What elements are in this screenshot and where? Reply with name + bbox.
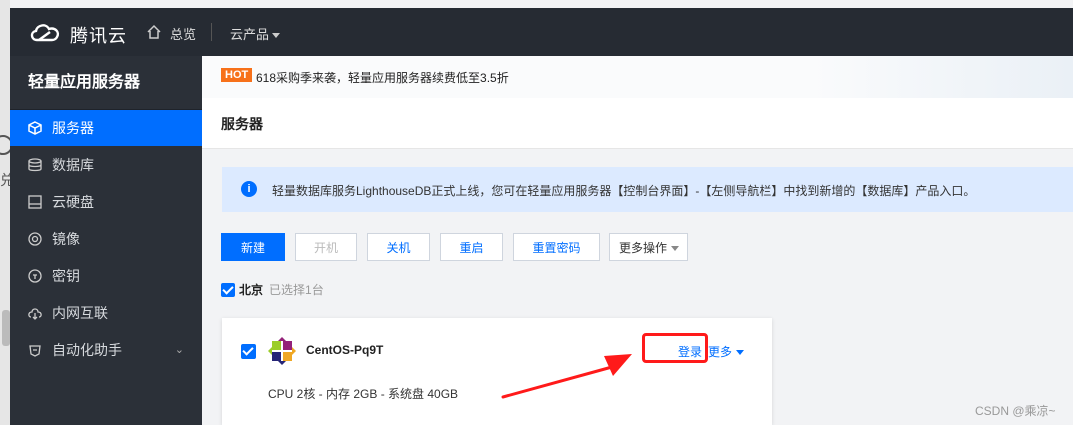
database-icon — [28, 158, 42, 172]
image-icon — [28, 232, 42, 246]
top-navbar: 腾讯云 总览 云产品 — [10, 8, 1073, 56]
csdn-watermark: CSDN @乘凉~ — [975, 404, 1056, 418]
sidebar-item-label: 数据库 — [52, 157, 94, 173]
promo-text[interactable]: 618采购季来袭，轻量应用服务器续费低至3.5折 — [256, 69, 509, 86]
more-operations-label: 更多操作 — [619, 241, 668, 255]
reset-password-button[interactable]: 重置密码 — [513, 233, 600, 261]
stop-button[interactable]: 关机 — [367, 233, 430, 261]
info-icon: i — [241, 181, 257, 197]
products-menu-label: 云产品 — [230, 27, 270, 42]
annotation-highlight-box — [642, 333, 708, 363]
sidebar-item-label: 自动化助手 — [52, 342, 122, 358]
brand-name[interactable]: 腾讯云 — [70, 22, 127, 48]
chevron-down-icon — [736, 350, 745, 356]
page-title: 服务器 — [221, 116, 263, 132]
sidebar-item-disk[interactable]: 云硬盘 — [10, 184, 202, 220]
left-window-edge: 兑 — [0, 0, 14, 425]
chevron-down-icon: ⌄ — [174, 344, 184, 356]
sidebar-item-label: 云硬盘 — [52, 194, 94, 210]
region-checkbox[interactable] — [221, 282, 235, 297]
restart-button[interactable]: 重启 — [440, 233, 503, 261]
chevron-down-icon — [272, 33, 281, 39]
sidebar-item-network[interactable]: 内网互联 — [10, 295, 202, 331]
region-name: 北京 — [239, 283, 264, 297]
sidebar-item-database[interactable]: 数据库 — [10, 147, 202, 183]
region-filter: 北京 已选择1台 — [221, 281, 324, 297]
automation-icon — [29, 345, 41, 357]
server-icon — [28, 121, 42, 135]
more-actions-link[interactable]: 更多 — [708, 343, 745, 360]
annotation-arrow-icon — [501, 354, 632, 399]
sidebar-item-server[interactable]: 服务器 — [10, 110, 202, 146]
sidebar-item-label: 密钥 — [52, 268, 80, 284]
sidebar-item-label: 镜像 — [52, 231, 80, 247]
sidebar-item-label: 服务器 — [52, 120, 94, 136]
tencent-cloud-logo-icon[interactable] — [28, 20, 62, 44]
key-icon — [28, 269, 42, 283]
selection-count: 已选择1台 — [269, 283, 324, 297]
products-menu[interactable]: 云产品 — [230, 24, 281, 43]
more-operations-dropdown[interactable]: 更多操作 — [609, 233, 688, 261]
overview-link[interactable]: 总览 — [170, 24, 196, 43]
centos-logo-icon — [268, 337, 296, 365]
home-icon[interactable] — [146, 24, 162, 40]
server-checkbox[interactable] — [241, 344, 256, 359]
sidebar: 轻量应用服务器 服务器 数据库 云硬盘 镜像 密钥 内网互联 自动化助手 ⌄ — [10, 56, 202, 425]
more-actions-label: 更多 — [708, 345, 733, 359]
page-header: 服务器 — [202, 98, 1073, 149]
sidebar-item-image[interactable]: 镜像 — [10, 221, 202, 257]
start-button[interactable]: 开机 — [295, 233, 357, 261]
server-spec: CPU 2核 - 内存 2GB - 系统盘 40GB — [268, 387, 459, 401]
scrollbar-thumb[interactable] — [2, 310, 10, 346]
info-notice: i 轻量数据库服务LighthouseDB正式上线，您可在轻量应用服务器【控制台… — [222, 167, 1073, 212]
chevron-down-icon — [671, 246, 679, 251]
sidebar-item-key[interactable]: 密钥 — [10, 258, 202, 294]
disk-icon — [28, 195, 42, 209]
notice-text: 轻量数据库服务LighthouseDB正式上线，您可在轻量应用服务器【控制台界面… — [272, 184, 976, 198]
network-icon — [28, 308, 42, 320]
sidebar-item-label: 内网互联 — [52, 305, 108, 321]
navbar-divider — [211, 23, 212, 41]
sidebar-item-automation[interactable]: 自动化助手 ⌄ — [10, 332, 202, 368]
server-name[interactable]: CentOS-Pq9T — [306, 343, 383, 357]
sidebar-title: 轻量应用服务器 — [10, 56, 202, 110]
promo-banner[interactable]: HOT 618采购季来袭，轻量应用服务器续费低至3.5折 — [202, 56, 1073, 99]
hot-badge: HOT — [221, 68, 253, 82]
new-button[interactable]: 新建 — [221, 233, 285, 261]
